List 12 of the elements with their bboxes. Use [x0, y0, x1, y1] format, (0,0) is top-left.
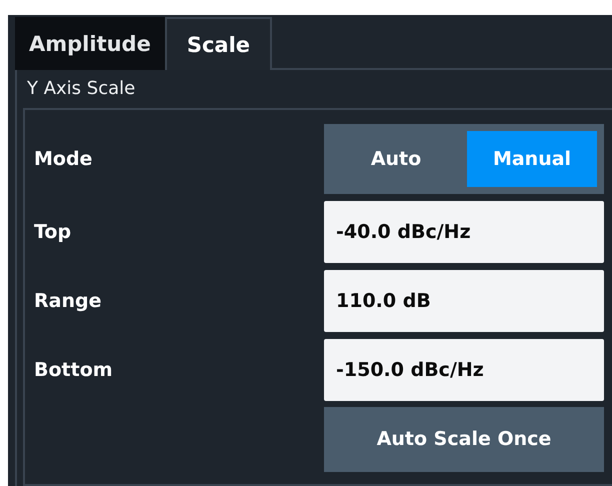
input-field[interactable]: -40.0 dBc/Hz: [324, 201, 604, 263]
toggle-option[interactable]: Auto: [331, 131, 461, 187]
field-label: Top: [34, 221, 72, 243]
field-label: Range: [34, 290, 102, 312]
tab[interactable]: Scale: [164, 17, 272, 70]
field-label: Mode: [34, 148, 94, 170]
input-field[interactable]: 110.0 dB: [324, 270, 604, 332]
tab[interactable]: Amplitude: [15, 17, 165, 70]
field-label: Bottom: [34, 359, 114, 381]
input-field[interactable]: -150.0 dBc/Hz: [324, 339, 604, 401]
auto-scale-button[interactable]: Auto Scale Once: [324, 406, 604, 472]
group-title: Y Axis Scale: [26, 77, 136, 101]
